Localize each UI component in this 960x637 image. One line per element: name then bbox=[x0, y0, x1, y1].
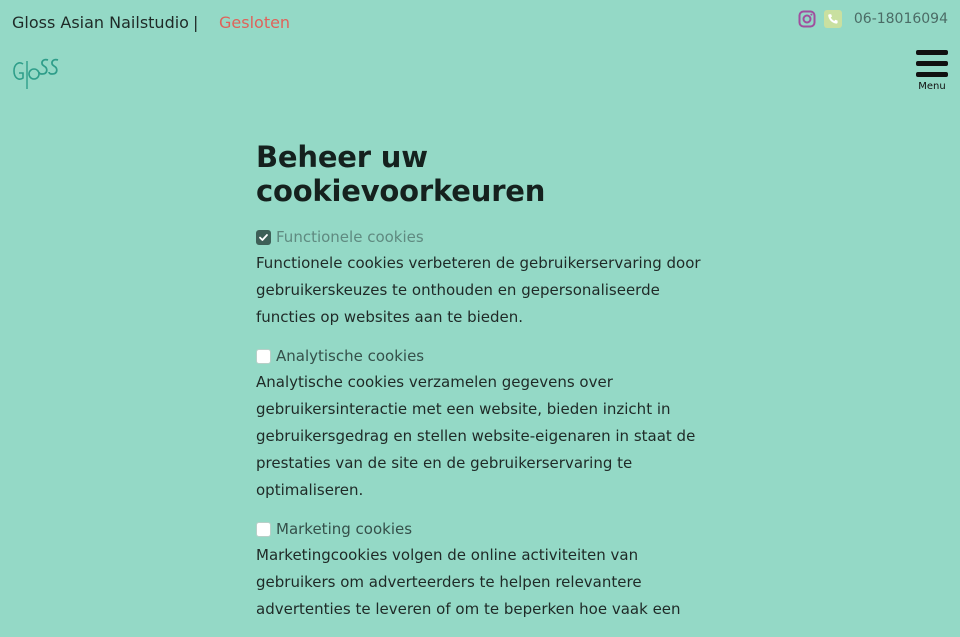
functional-cookies-label: Functionele cookies bbox=[276, 228, 424, 246]
logo[interactable] bbox=[12, 55, 62, 91]
top-bar: Gloss Asian Nailstudio | Gesloten 06-180… bbox=[0, 0, 960, 44]
analytics-cookies-label[interactable]: Analytische cookies bbox=[276, 347, 424, 365]
opening-status: Gesloten bbox=[219, 13, 291, 32]
phone-icon[interactable] bbox=[823, 10, 842, 28]
marketing-cookies-checkbox[interactable] bbox=[256, 521, 271, 537]
cookie-option-functional: Functionele cookies Functionele cookies … bbox=[256, 226, 716, 331]
contact-links: 06-18016094 bbox=[798, 10, 948, 28]
cookie-option-analytics: Analytische cookies Analytische cookies … bbox=[256, 345, 716, 504]
marketing-cookies-description: Marketingcookies volgen de online activi… bbox=[256, 546, 681, 618]
menu-label: Menu bbox=[918, 81, 946, 92]
analytics-cookies-checkbox[interactable] bbox=[256, 348, 271, 364]
phone-number-link[interactable]: 06-18016094 bbox=[854, 11, 948, 27]
header-separator: | bbox=[193, 13, 199, 32]
functional-cookies-checkbox[interactable] bbox=[256, 229, 271, 245]
functional-cookies-description: Functionele cookies verbeteren de gebrui… bbox=[256, 254, 701, 326]
cookie-preferences-panel: Beheer uw cookievoorkeuren Functionele c… bbox=[256, 140, 716, 637]
hamburger-icon bbox=[916, 50, 948, 77]
instagram-icon[interactable] bbox=[798, 10, 816, 28]
analytics-cookies-description: Analytische cookies verzamelen gegevens … bbox=[256, 373, 696, 499]
site-name: Gloss Asian Nailstudio bbox=[12, 13, 189, 32]
cookie-option-marketing: Marketing cookies Marketingcookies volge… bbox=[256, 518, 716, 623]
page-title: Beheer uw cookievoorkeuren bbox=[256, 140, 546, 208]
marketing-cookies-label[interactable]: Marketing cookies bbox=[276, 520, 412, 538]
menu-button[interactable]: Menu bbox=[914, 50, 950, 92]
